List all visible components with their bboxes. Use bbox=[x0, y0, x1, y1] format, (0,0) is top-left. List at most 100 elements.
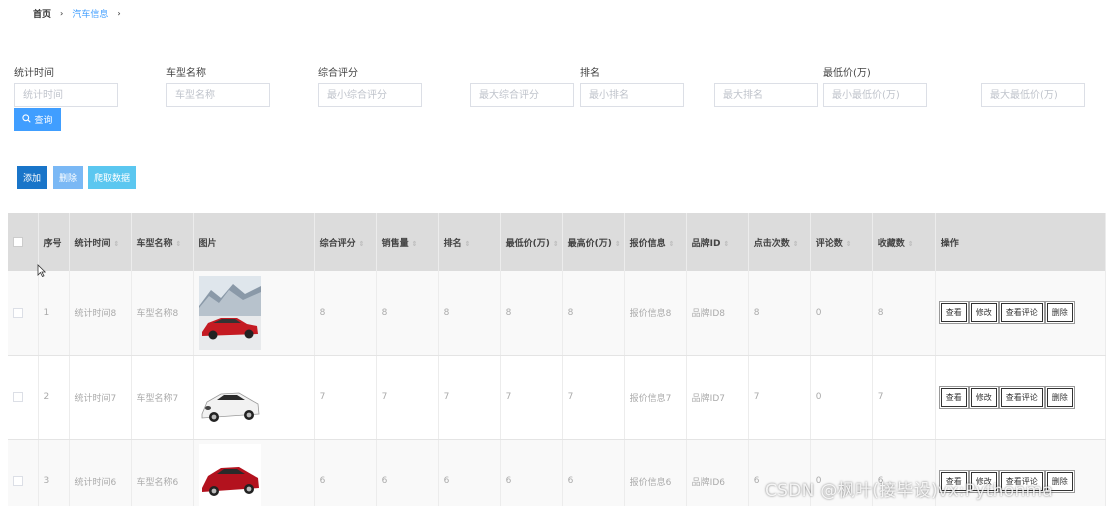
crawl-data-button[interactable]: 爬取数据 bbox=[88, 166, 136, 189]
cell-quote: 报价信息8 bbox=[624, 271, 687, 356]
column-header-actions: 操作 bbox=[935, 213, 1106, 271]
row-actions: 查看 修改 查看评论 删除 bbox=[938, 301, 1105, 325]
cell-max-price: 7 bbox=[562, 355, 625, 440]
row-checkbox[interactable] bbox=[13, 475, 23, 486]
search-button-label: 查询 bbox=[34, 116, 53, 126]
delete-button[interactable]: 删除 bbox=[1044, 301, 1075, 325]
cell-max-price: 6 bbox=[562, 439, 625, 506]
sort-icon[interactable]: ⇕ bbox=[359, 240, 365, 248]
row-actions: 查看 修改 查看评论 删除 bbox=[938, 385, 1105, 409]
row-select-cell bbox=[8, 355, 39, 440]
select-all-cell bbox=[8, 213, 39, 271]
view-comments-button[interactable]: 查看评论 bbox=[998, 301, 1045, 325]
view-button[interactable]: 查看 bbox=[938, 385, 969, 409]
breadcrumb: 首页 › 汽车信息 › bbox=[33, 7, 130, 20]
cell-index: 1 bbox=[38, 271, 70, 356]
column-header-score[interactable]: 综合评分 ⇕ bbox=[314, 213, 377, 271]
table-header-row: 序号 统计时间 ⇕ 车型名称 ⇕ 图片 综合评分 ⇕ 销售量 ⇕ 排名 ⇕ 最低价(万) ⇕… bbox=[8, 213, 1106, 271]
model-name-input[interactable] bbox=[166, 83, 270, 107]
sort-icon[interactable]: ⇕ bbox=[793, 240, 799, 248]
table-row: 2 统计时间7 车型名称7 7 7 7 7 7 报价信息7 品牌ID7 7 0 … bbox=[8, 355, 1106, 440]
select-all-checkbox[interactable] bbox=[13, 236, 23, 247]
cell-image bbox=[193, 355, 315, 440]
sort-icon[interactable]: ⇕ bbox=[908, 240, 914, 248]
car-image[interactable] bbox=[198, 360, 261, 434]
cell-brand-id: 品牌ID6 bbox=[686, 439, 749, 506]
breadcrumb-separator-icon: › bbox=[60, 9, 64, 18]
column-header-clicks[interactable]: 点击次数 ⇕ bbox=[748, 213, 811, 271]
column-header-comments[interactable]: 评论数 ⇕ bbox=[810, 213, 873, 271]
filter-label-rank: 排名 bbox=[580, 68, 600, 79]
cell-comments: 0 bbox=[810, 355, 873, 440]
column-header-rank[interactable]: 排名 ⇕ bbox=[438, 213, 501, 271]
column-header-stat-time[interactable]: 统计时间 ⇕ bbox=[69, 213, 132, 271]
column-header-quote[interactable]: 报价信息 ⇕ bbox=[624, 213, 687, 271]
column-header-favorites[interactable]: 收藏数 ⇕ bbox=[872, 213, 936, 271]
column-header-brand-id[interactable]: 品牌ID ⇕ bbox=[686, 213, 749, 271]
max-rank-input[interactable] bbox=[714, 83, 818, 107]
column-header-max-price[interactable]: 最高价(万) ⇕ bbox=[562, 213, 625, 271]
watermark: CSDN @枫叶(接毕设)vx:Pythonma bbox=[765, 481, 1054, 501]
cell-model: 车型名称6 bbox=[131, 439, 194, 506]
car-image[interactable] bbox=[198, 275, 261, 350]
cell-favorites: 8 bbox=[872, 271, 936, 356]
cell-score: 8 bbox=[314, 271, 377, 356]
min-rank-input[interactable] bbox=[580, 83, 684, 107]
sort-icon[interactable]: ⇕ bbox=[412, 240, 418, 248]
sort-icon[interactable]: ⇕ bbox=[724, 240, 730, 248]
search-button[interactable]: 查询 bbox=[14, 108, 61, 131]
cell-min-price: 6 bbox=[500, 439, 563, 506]
sort-icon[interactable]: ⇕ bbox=[176, 240, 182, 248]
add-button[interactable]: 添加 bbox=[17, 166, 47, 189]
sort-icon[interactable]: ⇕ bbox=[465, 240, 471, 248]
cell-index: 2 bbox=[38, 355, 70, 440]
car-image[interactable] bbox=[198, 444, 261, 506]
delete-button[interactable]: 删除 bbox=[1044, 385, 1075, 409]
column-header-sales[interactable]: 销售量 ⇕ bbox=[376, 213, 439, 271]
column-header-index: 序号 bbox=[38, 213, 70, 271]
max-score-input[interactable] bbox=[470, 83, 574, 107]
min-low-price-input[interactable] bbox=[823, 83, 927, 107]
cell-clicks: 8 bbox=[748, 271, 811, 356]
edit-button[interactable]: 修改 bbox=[968, 385, 999, 409]
column-header-min-price[interactable]: 最低价(万) ⇕ bbox=[500, 213, 563, 271]
batch-delete-button[interactable]: 删除 bbox=[53, 166, 83, 189]
sort-icon[interactable]: ⇕ bbox=[669, 240, 675, 248]
filter-label-model: 车型名称 bbox=[166, 68, 206, 79]
min-score-input[interactable] bbox=[318, 83, 422, 107]
row-checkbox[interactable] bbox=[13, 307, 23, 318]
car-table: 序号 统计时间 ⇕ 车型名称 ⇕ 图片 综合评分 ⇕ 销售量 ⇕ 排名 ⇕ 最低价(万) ⇕… bbox=[8, 213, 1106, 506]
row-select-cell bbox=[8, 271, 39, 356]
row-checkbox[interactable] bbox=[13, 391, 23, 402]
cell-rank: 8 bbox=[438, 271, 501, 356]
breadcrumb-current[interactable]: 汽车信息 bbox=[72, 7, 108, 20]
cell-comments: 0 bbox=[810, 271, 873, 356]
view-comments-button[interactable]: 查看评论 bbox=[998, 385, 1045, 409]
cell-min-price: 7 bbox=[500, 355, 563, 440]
max-low-price-input[interactable] bbox=[981, 83, 1085, 107]
cell-actions: 查看 修改 查看评论 删除 bbox=[935, 271, 1106, 356]
edit-button[interactable]: 修改 bbox=[968, 301, 999, 325]
filter-label-min-price: 最低价(万) bbox=[823, 68, 871, 79]
cell-model: 车型名称8 bbox=[131, 271, 194, 356]
cell-min-price: 8 bbox=[500, 271, 563, 356]
cell-image bbox=[193, 271, 315, 356]
column-header-model[interactable]: 车型名称 ⇕ bbox=[131, 213, 194, 271]
sort-icon[interactable]: ⇕ bbox=[553, 240, 559, 248]
stat-time-input[interactable] bbox=[14, 83, 118, 107]
cell-rank: 6 bbox=[438, 439, 501, 506]
cell-brand-id: 品牌ID8 bbox=[686, 271, 749, 356]
cell-max-price: 8 bbox=[562, 271, 625, 356]
cell-quote: 报价信息6 bbox=[624, 439, 687, 506]
cell-sales: 7 bbox=[376, 355, 439, 440]
cell-model: 车型名称7 bbox=[131, 355, 194, 440]
sort-icon[interactable]: ⇕ bbox=[114, 240, 120, 248]
view-button[interactable]: 查看 bbox=[938, 301, 969, 325]
filter-label-stat-time: 统计时间 bbox=[14, 68, 54, 79]
mouse-cursor-icon bbox=[37, 264, 46, 277]
column-header-image: 图片 bbox=[193, 213, 315, 271]
sort-icon[interactable]: ⇕ bbox=[615, 240, 621, 248]
cell-favorites: 7 bbox=[872, 355, 936, 440]
breadcrumb-home[interactable]: 首页 bbox=[33, 7, 51, 20]
sort-icon[interactable]: ⇕ bbox=[846, 240, 852, 248]
